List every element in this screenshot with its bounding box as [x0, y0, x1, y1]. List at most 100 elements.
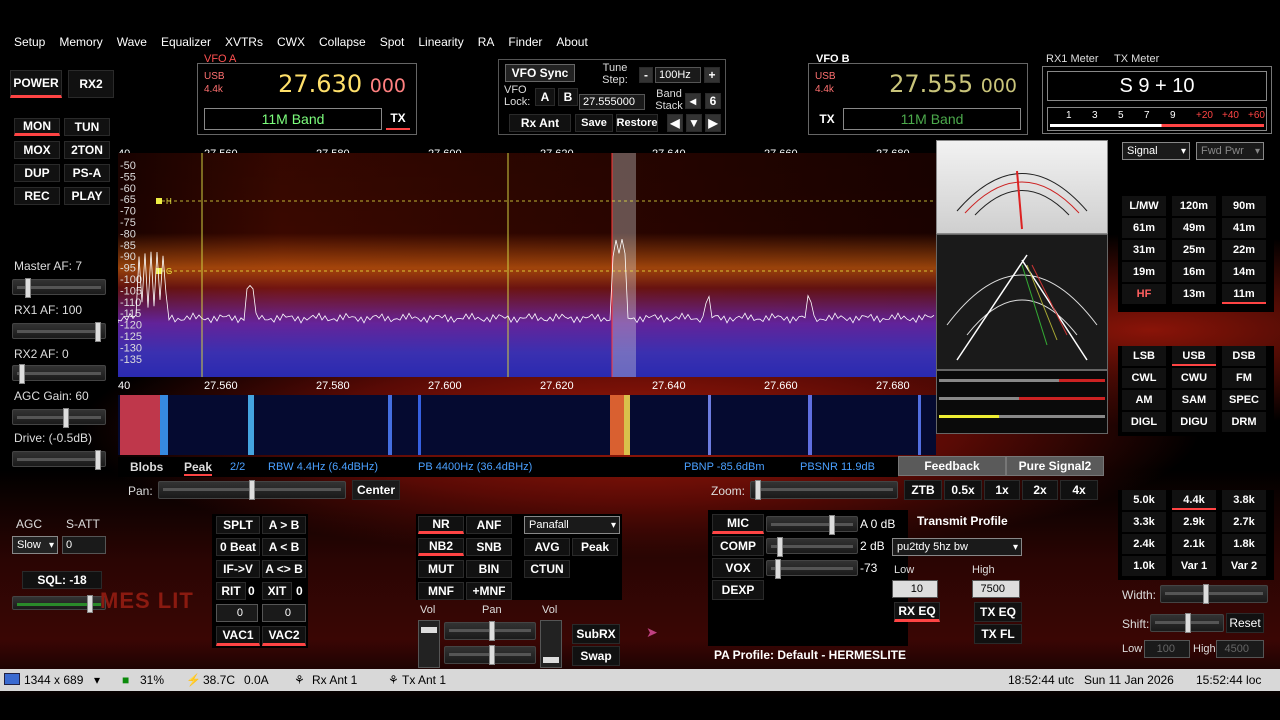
arrow-down-icon[interactable]: ▼ [686, 114, 702, 132]
mode-button-digu[interactable]: DIGU [1172, 412, 1216, 432]
ps-a-button[interactable]: PS-A [64, 164, 110, 182]
filter-shift-slider[interactable] [1150, 613, 1224, 633]
threshold-handle[interactable] [156, 268, 162, 274]
mic-slider[interactable] [766, 515, 858, 535]
zero-beat-button[interactable]: 0 Beat [216, 538, 260, 556]
band-button-11m[interactable]: 11m [1222, 284, 1266, 304]
rx2-button[interactable]: RX2 [68, 70, 114, 98]
vfo-b-frequency[interactable]: 27.555 000 [889, 70, 1017, 98]
waterfall-display[interactable] [118, 395, 936, 455]
band-button-13m[interactable]: 13m [1172, 284, 1216, 304]
tune-step-plus[interactable]: + [704, 67, 720, 83]
dexp-button[interactable]: DEXP [712, 580, 764, 600]
filter-width-slider[interactable] [1160, 584, 1268, 604]
band-button-25m[interactable]: 25m [1172, 240, 1216, 260]
menu-xvtrs[interactable]: XVTRs [218, 32, 270, 52]
dup-button[interactable]: DUP [14, 164, 60, 182]
menu-cwx[interactable]: CWX [270, 32, 312, 52]
filter-high-stepper[interactable]: 4500 [1216, 640, 1264, 658]
b-to-a-button[interactable]: A < B [262, 538, 306, 556]
mut-button[interactable]: MUT [418, 560, 464, 578]
band-button-l-mw[interactable]: L/MW [1122, 196, 1166, 216]
zoom-half-button[interactable]: 0.5x [944, 480, 982, 500]
band-button-22m[interactable]: 22m [1222, 240, 1266, 260]
xit-button[interactable]: XIT [262, 582, 292, 600]
filter-reset-button[interactable]: Reset [1226, 613, 1264, 633]
mon-button[interactable]: MON [14, 118, 60, 136]
band-button-16m[interactable]: 16m [1172, 262, 1216, 282]
filter-button-5-0k[interactable]: 5.0k [1122, 490, 1166, 510]
if-v-button[interactable]: IF->V [216, 560, 260, 578]
rx-ant-button[interactable]: Rx Ant [509, 114, 571, 132]
tune-step-minus[interactable]: - [639, 67, 653, 83]
band-button-90m[interactable]: 90m [1222, 196, 1266, 216]
mode-button-sam[interactable]: SAM [1172, 390, 1216, 410]
xit-stepper[interactable]: 0 [262, 604, 306, 622]
rit-stepper[interactable]: 0 [216, 604, 258, 622]
nb2-button[interactable]: NB2 [418, 538, 464, 556]
ctun-button[interactable]: CTUN [524, 560, 570, 578]
filter-button-2-4k[interactable]: 2.4k [1122, 534, 1166, 554]
center-button[interactable]: Center [352, 480, 400, 500]
tx-fl-button[interactable]: TX FL [974, 624, 1022, 644]
filter-button-1-8k[interactable]: 1.8k [1222, 534, 1266, 554]
rx2-af-slider[interactable] [12, 364, 106, 384]
mode-button-am[interactable]: AM [1122, 390, 1166, 410]
agc-mode-select[interactable]: Slow [12, 536, 58, 554]
menu-linearity[interactable]: Linearity [411, 32, 470, 52]
rit-button[interactable]: RIT [216, 582, 246, 600]
mode-button-lsb[interactable]: LSB [1122, 346, 1166, 366]
band-button-61m[interactable]: 61m [1122, 218, 1166, 238]
filter-button-var-2[interactable]: Var 2 [1222, 556, 1266, 576]
swap-button[interactable]: Swap [572, 646, 620, 666]
vfo-lock-b[interactable]: B [558, 88, 578, 106]
save-button[interactable]: Save [575, 114, 613, 132]
rx-eq-button[interactable]: RX EQ [894, 602, 940, 622]
mnf-button[interactable]: MNF [418, 582, 464, 600]
tx-eq-button[interactable]: TX EQ [974, 602, 1022, 622]
filter-button-4-4k[interactable]: 4.4k [1172, 490, 1216, 510]
s-att-stepper[interactable]: 0 [62, 536, 106, 554]
display-peak-button[interactable]: Peak [572, 538, 618, 556]
meter-tx-select[interactable]: Fwd Pwr [1196, 142, 1264, 160]
blobs-toggle[interactable]: Blobs [130, 460, 163, 474]
vfo-a-frequency[interactable]: 27.630 000 [278, 70, 406, 98]
arrow-right-icon[interactable]: ▶ [705, 114, 721, 132]
vfo-sync-button[interactable]: VFO Sync [505, 64, 575, 82]
menu-about[interactable]: About [549, 32, 594, 52]
tx-low-stepper[interactable]: 10 [892, 580, 938, 598]
menu-spot[interactable]: Spot [373, 32, 412, 52]
mode-button-dsb[interactable]: DSB [1222, 346, 1266, 366]
vac1-button[interactable]: VAC1 [216, 626, 260, 646]
filter-button-2-9k[interactable]: 2.9k [1172, 512, 1216, 532]
pan-mix-slider-2[interactable] [444, 645, 536, 665]
band-button-31m[interactable]: 31m [1122, 240, 1166, 260]
menu-wave[interactable]: Wave [110, 32, 154, 52]
zoom-1x-button[interactable]: 1x [984, 480, 1020, 500]
filter-button-2-1k[interactable]: 2.1k [1172, 534, 1216, 554]
arrow-left-icon[interactable]: ◀ [667, 114, 683, 132]
vfo-a-band[interactable]: 11M Band [204, 108, 382, 130]
mode-button-digl[interactable]: DIGL [1122, 412, 1166, 432]
panadapter-display[interactable]: -50 -55 -60 -65 -70 -75 -80 -85 -90 -95 -100 -105 -1… [118, 153, 936, 377]
mode-button-fm[interactable]: FM [1222, 368, 1266, 388]
mic-button[interactable]: MIC [712, 514, 764, 534]
vfo-lock-a[interactable]: A [535, 88, 555, 106]
power-button[interactable]: POWER [10, 70, 62, 98]
menu-memory[interactable]: Memory [52, 32, 109, 52]
filter-button-var-1[interactable]: Var 1 [1172, 556, 1216, 576]
comp-button[interactable]: COMP [712, 536, 764, 556]
filter-low-stepper[interactable]: 100 [1144, 640, 1190, 658]
rec-button[interactable]: REC [14, 187, 60, 205]
bin-button[interactable]: BIN [466, 560, 512, 578]
display-mode-select[interactable]: Panafall [524, 516, 620, 534]
filter-button-1-0k[interactable]: 1.0k [1122, 556, 1166, 576]
plus-mnf-button[interactable]: +MNF [466, 582, 512, 600]
filter-button-3-8k[interactable]: 3.8k [1222, 490, 1266, 510]
sql-button[interactable]: SQL: -18 [22, 571, 102, 589]
band-button-hf[interactable]: HF [1122, 284, 1166, 304]
2ton-button[interactable]: 2TON [64, 141, 110, 159]
zoom-4x-button[interactable]: 4x [1060, 480, 1098, 500]
avg-button[interactable]: AVG [524, 538, 570, 556]
rx1-af-slider[interactable] [12, 322, 106, 342]
